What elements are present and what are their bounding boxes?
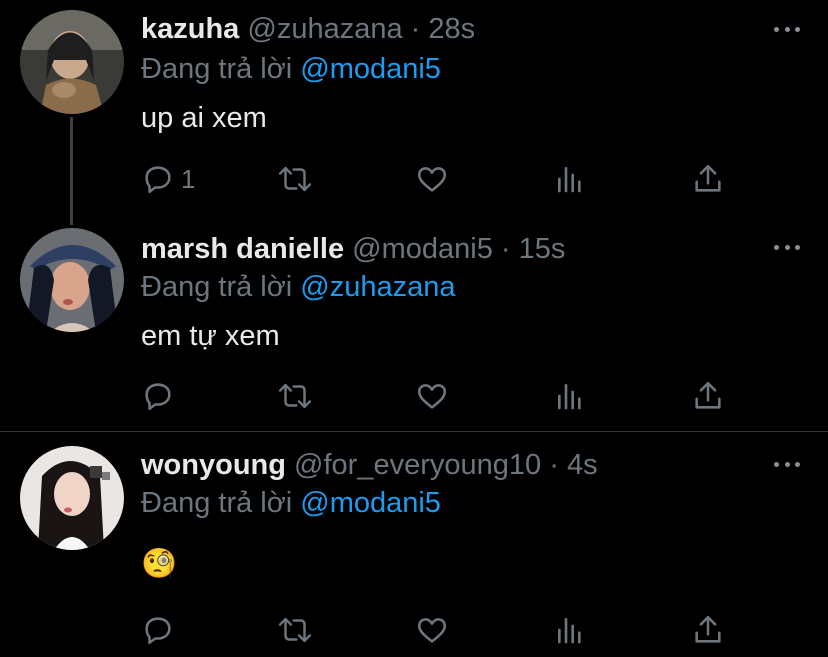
user-handle[interactable]: @for_everyoung10 xyxy=(294,449,541,481)
mention-link[interactable]: @modani5 xyxy=(300,487,441,519)
like-button[interactable] xyxy=(415,612,449,648)
retweet-button[interactable] xyxy=(276,378,314,414)
retweet-button[interactable] xyxy=(276,612,314,648)
replying-to-label: Đang trả lời xyxy=(141,487,301,519)
heart-icon xyxy=(417,167,447,192)
timestamp[interactable]: 28s xyxy=(428,13,475,45)
reply-icon xyxy=(145,166,171,194)
analytics-icon xyxy=(558,618,581,644)
share-button[interactable] xyxy=(691,378,725,414)
tweet-header: wonyoung @for_everyoung10 · 4s xyxy=(141,447,598,483)
heart-icon xyxy=(417,618,447,643)
analytics-icon xyxy=(558,167,581,193)
tweet-kazuha[interactable]: kazuha @zuhazana · 28s Đang trả lời @mod… xyxy=(0,0,828,225)
replying-to-label: Đang trả lời xyxy=(141,271,301,303)
reply-count: 1 xyxy=(181,163,196,194)
user-handle[interactable]: @modani5 xyxy=(352,233,493,265)
analytics-button[interactable] xyxy=(554,378,586,414)
retweet-icon xyxy=(278,383,312,409)
tweet-wonyoung[interactable]: wonyoung @for_everyoung10 · 4s Đang trả … xyxy=(0,432,828,657)
analytics-button[interactable] xyxy=(554,161,586,197)
heart-icon xyxy=(417,384,447,409)
reply-icon xyxy=(145,617,171,645)
tweet-text: 🧐 xyxy=(141,548,178,580)
action-bar xyxy=(141,612,781,648)
more-icon[interactable] xyxy=(774,24,800,34)
reply-icon xyxy=(145,383,171,411)
share-icon xyxy=(695,164,721,192)
replying-to: Đang trả lời @modani5 xyxy=(141,51,441,87)
display-name[interactable]: kazuha xyxy=(141,13,239,45)
separator-dot: · xyxy=(500,233,511,265)
tweet-text: em tự xem xyxy=(141,320,280,352)
like-button[interactable] xyxy=(415,161,449,197)
reply-button[interactable] xyxy=(141,378,181,414)
like-button[interactable] xyxy=(415,378,449,414)
timestamp[interactable]: 15s xyxy=(519,233,566,265)
reply-button[interactable] xyxy=(141,612,181,648)
replying-to-label: Đang trả lời xyxy=(141,53,301,85)
avatar[interactable] xyxy=(20,228,124,332)
replying-to: Đang trả lời @modani5 xyxy=(141,485,441,521)
action-bar xyxy=(141,378,781,414)
separator-dot: · xyxy=(549,449,559,481)
mention-link[interactable]: @modani5 xyxy=(300,53,441,85)
avatar[interactable] xyxy=(20,10,124,114)
action-bar: 1 xyxy=(141,161,781,197)
more-icon[interactable] xyxy=(774,242,800,252)
retweet-button[interactable] xyxy=(276,161,314,197)
tweet-header: marsh danielle @modani5 · 15s xyxy=(141,231,565,267)
display-name[interactable]: marsh danielle xyxy=(141,233,344,265)
share-icon xyxy=(695,381,721,409)
avatar[interactable] xyxy=(20,446,124,550)
tweet-text: up ai xem xyxy=(141,102,267,134)
analytics-button[interactable] xyxy=(554,612,586,648)
share-icon xyxy=(695,615,721,643)
tweet-header: kazuha @zuhazana · 28s xyxy=(141,11,475,47)
retweet-icon xyxy=(278,166,312,192)
analytics-icon xyxy=(558,384,581,410)
user-handle[interactable]: @zuhazana xyxy=(247,13,402,45)
timestamp[interactable]: 4s xyxy=(567,449,598,481)
retweet-icon xyxy=(278,617,312,643)
mention-link[interactable]: @zuhazana xyxy=(300,271,455,303)
share-button[interactable] xyxy=(691,612,725,648)
tweet-marsh-danielle[interactable]: marsh danielle @modani5 · 15s Đang trả l… xyxy=(0,220,828,430)
display-name[interactable]: wonyoung xyxy=(141,449,286,481)
separator-dot: · xyxy=(410,13,421,45)
reply-button[interactable]: 1 xyxy=(141,161,195,197)
replying-to: Đang trả lời @zuhazana xyxy=(141,269,455,305)
more-icon[interactable] xyxy=(774,459,800,469)
thread-connector xyxy=(70,117,73,225)
share-button[interactable] xyxy=(691,161,725,197)
